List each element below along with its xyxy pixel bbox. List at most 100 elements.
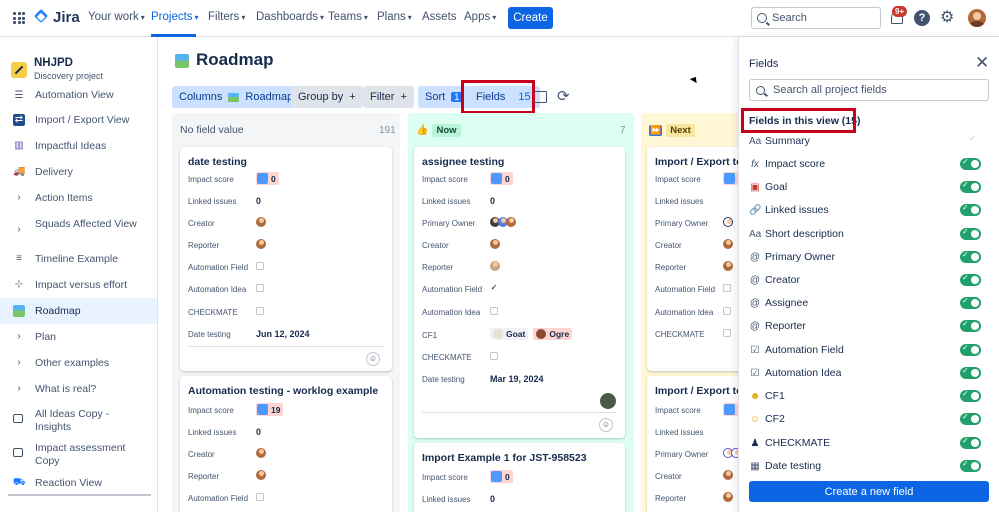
field-row-date-testing[interactable]: ▦ Date testing [749,458,981,474]
card-layout-icon[interactable] [533,91,547,103]
field-toggle[interactable] [960,412,981,425]
checkmate-checkbox[interactable] [490,352,498,360]
idea-card-assignee-testing[interactable]: assignee testing Impact score 0 Linked i… [414,147,625,438]
sidebar-item-action-items[interactable]: › Action Items [0,191,157,207]
field-toggle[interactable] [960,180,981,193]
sort-button[interactable]: Sort 1 [418,86,470,108]
chevron-down-icon: ▾ [407,13,412,22]
field-toggle[interactable] [960,250,981,263]
field-label: Impact score [422,473,468,482]
sidebar-scrollbar[interactable] [8,494,151,496]
nav-your-work[interactable]: Your work ▾ [88,11,145,23]
field-row-cf2[interactable]: ☺ CF2 [749,411,981,427]
field-row-summary[interactable]: Aa Summary [749,133,981,149]
field-row-cf1[interactable]: ☻ CF1 [749,388,981,404]
field-toggle[interactable] [960,459,981,472]
field-toggle[interactable] [960,366,981,379]
app-switcher-icon[interactable] [13,12,25,24]
sidebar-item-reaction-view[interactable]: ⛟ Reaction View [0,476,157,492]
sidebar-item-other-examples[interactable]: › Other examples [0,356,157,372]
help-icon[interactable]: ? [914,10,930,26]
impact-icon [491,471,502,482]
field-row-automation-field[interactable]: ☑ Automation Field [749,342,981,358]
idea-card-import-export-1[interactable]: Import / Export tes Impact score Linked … [647,147,738,371]
field-toggle[interactable] [960,436,981,449]
field-row-assignee[interactable]: @ Assignee [749,295,981,311]
linked-issues-value: 0 [256,427,262,437]
chevron-down-icon: ▾ [320,13,325,22]
field-toggle[interactable] [960,319,981,332]
fields-search-input[interactable]: Search all project fields [749,79,989,101]
automation-idea-checkbox[interactable] [723,307,731,315]
nav-dashboards[interactable]: Dashboards ▾ [256,11,324,23]
filter-button[interactable]: Filter + [363,86,414,108]
field-row-impact-score[interactable]: fx Impact score [749,156,981,172]
global-search-input[interactable]: Search [751,7,881,29]
field-toggle[interactable] [960,227,981,240]
nav-assets[interactable]: Assets [422,11,457,23]
create-new-field-button[interactable]: Create a new field [749,481,989,502]
sidebar-item-impact-versus-effort[interactable]: ⊹ Impact versus effort [0,278,157,294]
sidebar-item-automation-view[interactable]: ☰ Automation View [0,89,157,103]
checkmate-checkbox[interactable] [256,307,264,315]
field-row-automation-idea[interactable]: ☑ Automation Idea [749,365,981,381]
field-toggle[interactable] [960,296,981,309]
nav-projects[interactable]: Projects ▾ [151,11,199,23]
sidebar-item-timeline-example[interactable]: ≡ Timeline Example [0,252,157,268]
impact-icon [257,173,268,184]
columns-button[interactable]: Columns Roadmap [172,86,301,108]
automation-field-checkbox[interactable] [256,262,264,270]
nav-teams[interactable]: Teams ▾ [328,11,368,23]
create-button[interactable]: Create [508,7,553,29]
sidebar-item-roadmap[interactable]: Roadmap [0,298,157,324]
field-row-checkmate[interactable]: ♟ CHECKMATE [749,435,981,451]
card-title: Import / Export tes [655,385,738,397]
sidebar-item-all-ideas-copy-insights[interactable]: All Ideas Copy - Insights [0,407,157,435]
automation-field-checkbox[interactable] [723,284,731,292]
field-row-linked-issues[interactable]: 🔗 Linked issues [749,202,981,218]
jira-logo[interactable]: Jira [33,9,80,26]
sidebar-item-impact-assessment-copy[interactable]: Impact assessment Copy [0,441,157,469]
sidebar-item-impactful-ideas[interactable]: ▥ Impactful Ideas [0,139,157,155]
impact-score-value: 19 [256,403,284,416]
automation-idea-checkbox[interactable] [490,307,498,315]
field-toggle[interactable] [960,273,981,286]
add-reaction-icon[interactable]: ☺ [599,418,613,432]
impact-icon [724,173,735,184]
sync-icon[interactable]: ⟳ [557,89,570,105]
field-toggle[interactable] [960,203,981,216]
close-icon[interactable]: ✕ [975,54,989,71]
idea-card-date-testing[interactable]: date testing Impact score 0 Linked issue… [180,147,392,371]
gear-icon[interactable]: ⚙ [940,10,956,26]
field-toggle[interactable] [960,389,981,402]
add-reaction-icon[interactable]: ☺ [366,352,380,366]
checkmate-checkbox[interactable] [723,329,731,337]
nav-plans[interactable]: Plans ▾ [377,11,412,23]
automation-idea-checkbox[interactable] [256,284,264,292]
assignee-avatar[interactable] [600,393,616,409]
nav-filters[interactable]: Filters ▾ [208,11,245,23]
project-name[interactable]: NHJPD [34,57,73,69]
impact-score-value: 0 [256,172,279,185]
field-toggle[interactable] [960,157,981,170]
sidebar-item-delivery[interactable]: 🚚 Delivery [0,165,157,181]
field-toggle[interactable] [960,343,981,356]
field-row-short-description[interactable]: Aa Short description [749,226,981,242]
field-row-primary-owner[interactable]: @ Primary Owner [749,249,981,265]
nav-apps[interactable]: Apps ▾ [464,11,496,23]
field-row-creator[interactable]: @ Creator [749,272,981,288]
idea-card-import-example-1[interactable]: Import Example 1 for JST-958523 Impact s… [414,443,625,512]
sidebar-item-squads-affected-view[interactable]: › Squads Affected View [0,217,157,245]
automation-field-checkbox[interactable] [256,493,264,501]
idea-card-import-export-2[interactable]: Import / Export tes Impact score Linked … [647,376,738,512]
sidebar-item-import-export-view[interactable]: ⇄ Import / Export View [0,113,157,129]
group-by-button[interactable]: Group by + [291,86,363,108]
field-row-reporter[interactable]: @ Reporter [749,318,981,334]
fields-button[interactable]: Fields 15 [467,86,540,108]
sidebar-item-plan[interactable]: › Plan [0,330,157,346]
user-avatar[interactable] [968,9,986,27]
field-row-goal[interactable]: ▣ Goal [749,179,981,195]
idea-card-automation-testing[interactable]: Automation testing - worklog example Imp… [180,376,392,512]
automation-field-checkbox[interactable]: ✓ [490,284,498,292]
sidebar-item-what-is-real[interactable]: › What is real? [0,382,157,398]
